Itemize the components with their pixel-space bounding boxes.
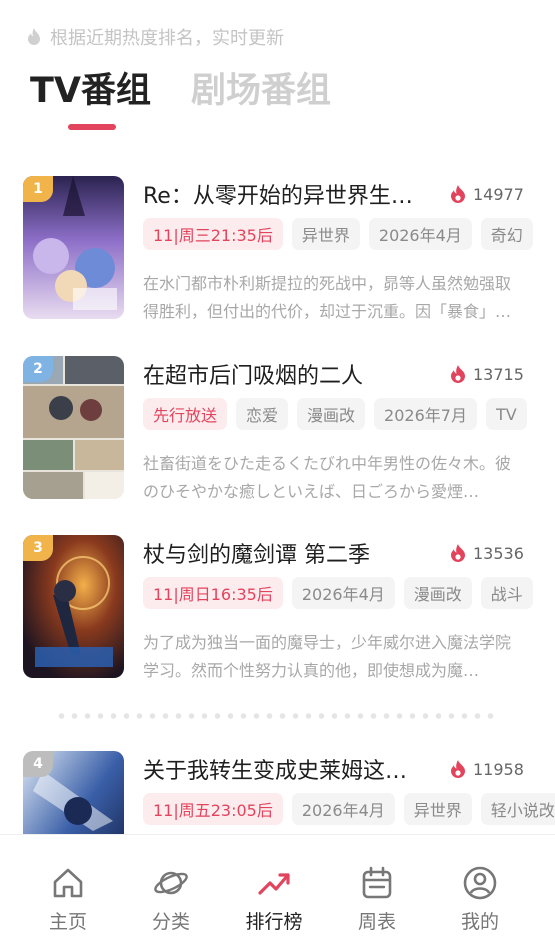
hint-text: 根据近期热度排名，实时更新 [50, 28, 284, 49]
tab-schedule-label: 周表 [357, 911, 396, 933]
calendar-icon [362, 866, 392, 899]
tag: 轻小说改 [480, 793, 555, 825]
heat-score: 14977 [449, 184, 524, 204]
rank-badge: 3 [23, 535, 53, 561]
tab-tv[interactable]: TV番组 [30, 66, 151, 130]
heat-score: 13715 [449, 364, 524, 384]
tab-category[interactable]: 分类 [131, 865, 211, 934]
flame-icon [28, 28, 40, 45]
tag-row: 11|周三21:35后 异世界 2026年4月 奇幻 [143, 218, 555, 252]
item-title: Re：从零开始的异世界生活 第四季 [143, 184, 428, 209]
tab-ranking[interactable]: 排行榜 [234, 865, 314, 934]
heat-value: 11958 [473, 759, 524, 779]
flame-icon [451, 185, 465, 203]
air-time-tag: 11|周日16:35后 [143, 577, 283, 609]
item-description: 在水门都市朴利斯提拉的死战中，昴等人虽然勉强取得胜利，但付出的代价，却过于沉重。… [143, 274, 512, 321]
tag-row: 11|周五23:05后 2026年4月 异世界 轻小说改 [143, 793, 555, 827]
divider-dots [55, 712, 495, 720]
list-item[interactable]: 2 在超市后门吸烟的二人 13715 先行放送 恋爱 漫画改 2026年7月 T… [0, 356, 555, 502]
tab-home-label: 主页 [48, 911, 87, 933]
heat-score: 13536 [449, 543, 524, 563]
heat-value: 14977 [473, 184, 524, 204]
tag: 战斗 [480, 577, 533, 609]
tab-category-label: 分类 [151, 911, 190, 933]
tag: 异世界 [403, 793, 472, 825]
air-time-tag: 11|周三21:35后 [143, 218, 283, 250]
user-icon [463, 866, 497, 900]
list-item[interactable]: 3 杖与剑的魔剑谭 第二季 13536 11|周日16:35后 2026年4月 … [0, 535, 555, 681]
ranking-hint: 根据近期热度排名，实时更新 [26, 24, 284, 50]
tab-profile[interactable]: 我的 [440, 865, 520, 934]
tag: 漫画改 [297, 398, 366, 430]
preview-tag: 先行放送 [143, 398, 228, 430]
tag: TV [485, 398, 527, 430]
rank-badge: 4 [23, 751, 53, 777]
cover-image: 1 [23, 176, 124, 319]
heat-value: 13715 [473, 364, 524, 384]
tab-tv-label: TV番组 [30, 71, 151, 111]
tab-theater-label: 剧场番组 [190, 71, 331, 111]
category-tabs: TV番组 剧场番组 [30, 66, 331, 130]
rank-badge: 2 [23, 356, 53, 382]
item-title: 杖与剑的魔剑谭 第二季 [143, 543, 370, 568]
air-time-tag: 11|周五23:05后 [143, 793, 283, 825]
tag-row: 11|周日16:35后 2026年4月 漫画改 战斗 [143, 577, 555, 611]
home-icon [53, 868, 83, 898]
tag: 异世界 [291, 218, 360, 250]
item-description: 为了成为独当一面的魔导士，少年威尔进入魔法学院学习。然而个性努力认真的他，即使想… [143, 633, 512, 680]
cover-image: 2 [23, 356, 124, 499]
tab-theater[interactable]: 剧场番组 [191, 66, 331, 116]
tab-ranking-label: 排行榜 [245, 911, 303, 933]
cover-image: 3 [23, 535, 124, 678]
tag: 漫画改 [403, 577, 472, 609]
tab-profile-label: 我的 [460, 911, 499, 933]
tag: 2026年4月 [291, 577, 395, 609]
tag: 2026年4月 [368, 218, 472, 250]
heat-score: 11958 [449, 759, 524, 779]
tab-home[interactable]: 主页 [28, 865, 108, 934]
bottom-tab-bar: 主页 分类 排行榜 周表 我的 [0, 834, 555, 952]
tag: 奇幻 [480, 218, 533, 250]
active-tab-indicator [68, 124, 116, 130]
flame-icon [451, 365, 465, 383]
trending-icon [258, 873, 290, 895]
tab-schedule[interactable]: 周表 [337, 865, 417, 934]
tag: 恋爱 [236, 398, 289, 430]
tag-row: 先行放送 恋爱 漫画改 2026年7月 TV [143, 398, 555, 432]
heat-value: 13536 [473, 543, 524, 563]
list-item[interactable]: 1 Re：从零开始的异世界生活 第四季 14977 11|周三21:35后 异世… [0, 176, 555, 322]
planet-icon [154, 871, 188, 895]
flame-icon [451, 544, 465, 562]
item-title: 在超市后门吸烟的二人 [143, 364, 364, 389]
item-title: 关于我转生变成史莱姆这档事 第四季 [143, 759, 428, 784]
item-description: 社畜街道をひた走るくたびれ中年男性の佐々木。彼のひそやかな癒しといえば、日ごろか… [143, 454, 512, 501]
tag: 2026年7月 [374, 398, 477, 430]
flame-icon [451, 760, 465, 778]
tag: 2026年4月 [291, 793, 395, 825]
rank-badge: 1 [23, 176, 53, 202]
